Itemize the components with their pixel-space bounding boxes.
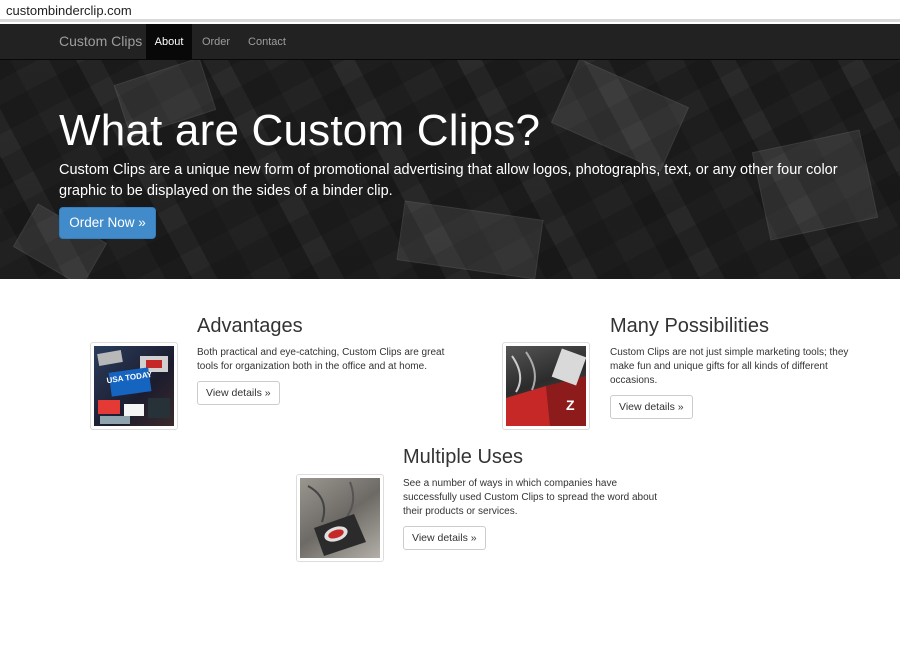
- top-navbar: Custom Clips About Order Contact: [0, 24, 900, 60]
- hero-title: What are Custom Clips?: [59, 106, 541, 155]
- advantages-thumbnail: USA TODAY: [90, 342, 178, 430]
- hero-bg-clip-shape: [550, 60, 690, 172]
- binder-clips-closeup-photo: Z: [506, 346, 586, 426]
- advantages-text: Both practical and eye-catching, Custom …: [197, 347, 445, 372]
- possibilities-thumbnail: Z: [502, 342, 590, 430]
- uses-thumbnail: [296, 474, 384, 562]
- svg-text:Z: Z: [566, 397, 575, 413]
- hero-description: Custom Clips are a unique new form of pr…: [59, 162, 838, 199]
- navbar-brand[interactable]: Custom Clips: [59, 33, 142, 49]
- advantages-view-details-button[interactable]: View details »: [197, 381, 280, 405]
- single-binder-clip-illustration: [307, 481, 366, 556]
- binder-clips-illustration: USA TODAY: [97, 350, 170, 424]
- single-binder-clip-photo: [300, 478, 380, 558]
- nav-item-order[interactable]: Order: [199, 24, 233, 60]
- nav-item-contact[interactable]: Contact: [245, 24, 289, 60]
- hero-bg-clip-shape: [396, 200, 544, 279]
- order-now-button[interactable]: Order Now »: [59, 207, 156, 239]
- uses-heading: Multiple Uses: [403, 446, 524, 468]
- hero-jumbotron: What are Custom Clips? Custom Clips are …: [0, 60, 900, 279]
- advantages-heading: Advantages: [197, 315, 303, 337]
- possibilities-heading: Many Possibilities: [610, 315, 769, 337]
- possibilities-view-details-button[interactable]: View details »: [610, 395, 693, 419]
- possibilities-text: Custom Clips are not just simple marketi…: [610, 347, 849, 386]
- binder-clips-photo: USA TODAY: [94, 346, 174, 426]
- uses-text: See a number of ways in which companies …: [403, 478, 658, 517]
- browser-address-bar[interactable]: custombinderclip.com: [0, 0, 900, 22]
- url-text[interactable]: custombinderclip.com: [6, 3, 132, 18]
- uses-view-details-button[interactable]: View details »: [403, 526, 486, 550]
- binder-clips-closeup-illustration: Z: [506, 348, 586, 426]
- nav-item-about[interactable]: About: [146, 24, 192, 60]
